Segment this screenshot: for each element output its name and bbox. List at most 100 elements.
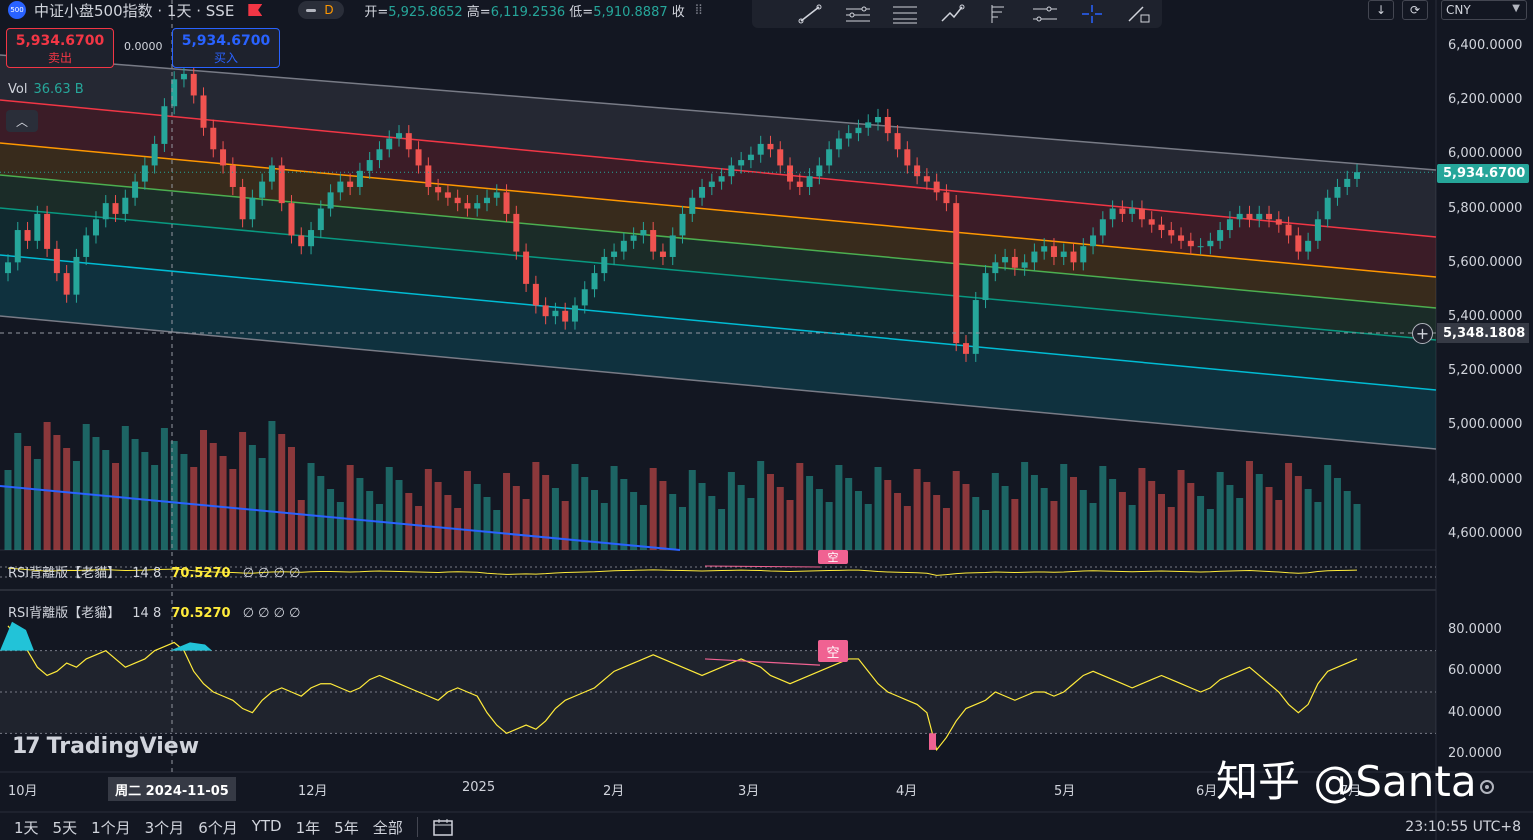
tradingview-logo[interactable]: 17 TradingView: [12, 734, 199, 759]
volume-bar: [297, 500, 305, 550]
candle-body: [454, 197, 461, 204]
volume-bar: [982, 510, 990, 550]
trendline-icon[interactable]: [788, 1, 835, 27]
currency-select[interactable]: CNY ▼: [1441, 0, 1527, 20]
range-button[interactable]: 5天: [53, 817, 78, 838]
rsi1-value: 70.5270: [171, 566, 231, 581]
more-dots-icon[interactable]: ⁞⁞: [695, 2, 703, 18]
volume-bar: [913, 469, 921, 550]
main-chart-canvas[interactable]: [0, 0, 1533, 840]
volume-bar: [1021, 462, 1029, 550]
candle-body: [464, 203, 471, 209]
candle-body: [982, 273, 989, 301]
candle-body: [239, 186, 246, 220]
candle-body: [933, 181, 940, 193]
fib-retracement-icon[interactable]: [882, 1, 929, 27]
candle-body: [1187, 240, 1194, 247]
time-tick-label: 5月: [1054, 784, 1076, 799]
candle-body: [767, 143, 774, 150]
range-button[interactable]: YTD: [252, 817, 282, 838]
candle-body: [1080, 246, 1087, 263]
price-tick-label: 4,800.0000: [1448, 471, 1523, 487]
symbol-title[interactable]: 中证小盘500指数 · 1天 · SSE: [34, 0, 234, 21]
clock[interactable]: 23:10:55 UTC+8: [1405, 819, 1521, 835]
refresh-icon[interactable]: ⟳: [1402, 0, 1428, 20]
candle-body: [972, 300, 979, 354]
download-arrow-icon[interactable]: ↓: [1368, 0, 1394, 20]
chevron-down-icon: ▼: [1512, 3, 1520, 14]
volume-bar: [336, 502, 344, 550]
range-button[interactable]: 1年: [296, 817, 321, 838]
price-tick-label: 6,000.0000: [1448, 146, 1523, 162]
candle-body: [112, 203, 119, 214]
candle-body: [483, 197, 490, 204]
candle-body: [1138, 208, 1145, 220]
range-button[interactable]: 3个月: [145, 817, 185, 838]
volume-bar: [229, 469, 237, 550]
regression-icon[interactable]: [1022, 1, 1069, 27]
volume-bar: [962, 484, 970, 550]
range-button[interactable]: 1个月: [91, 817, 131, 838]
parallel-channel-icon[interactable]: [835, 1, 882, 27]
volume-bar: [835, 465, 843, 550]
flag-icon[interactable]: [248, 4, 263, 16]
rsi2-legend[interactable]: RSI背離版【老貓】 14 8 70.5270 ∅ ∅ ∅ ∅: [8, 602, 300, 621]
candle-body: [513, 213, 520, 252]
pitchfork-icon[interactable]: [975, 1, 1022, 27]
volume-bar: [1314, 502, 1322, 550]
measure-icon[interactable]: [1115, 1, 1162, 27]
rsi1-legend[interactable]: RSI背離版【老貓】 14 8 70.5270 ∅ ∅ ∅ ∅: [8, 562, 300, 581]
short-signal-label[interactable]: 空: [818, 640, 848, 662]
volume-bar: [375, 504, 383, 550]
range-button[interactable]: 全部: [373, 817, 403, 838]
volume-bar: [1304, 489, 1312, 550]
symbol-logo-icon[interactable]: 500: [8, 1, 26, 19]
candle-body: [787, 165, 794, 182]
candle-body: [288, 203, 295, 236]
candle-body: [620, 240, 627, 252]
rsi1-extras: ∅ ∅ ∅ ∅: [242, 566, 301, 581]
candle-body: [180, 73, 187, 80]
volume-bar: [610, 466, 618, 550]
volume-bar: [317, 476, 325, 550]
volume-bar: [718, 509, 726, 550]
buy-button[interactable]: 5,934.6700 买入: [172, 28, 280, 68]
gear-icon[interactable]: [1476, 776, 1498, 798]
volume-bar: [737, 485, 745, 550]
sell-button[interactable]: 5,934.6700 卖出: [6, 28, 114, 68]
candle-body: [229, 165, 236, 187]
volume-legend[interactable]: Vol 36.63 B: [8, 82, 84, 97]
volume-bar: [1001, 486, 1009, 550]
volume-bar: [639, 505, 647, 550]
volume-bar: [307, 463, 315, 550]
volume-bar: [385, 467, 393, 550]
volume-bar: [444, 495, 452, 550]
collapse-chevron-icon[interactable]: ︿: [6, 110, 38, 132]
volume-bar: [679, 507, 686, 550]
crosshair-price-label: 5,348.1808: [1437, 323, 1529, 343]
candle-body: [1285, 224, 1292, 236]
range-button[interactable]: 5年: [334, 817, 359, 838]
volume-bar: [659, 481, 667, 550]
candle-body: [1197, 246, 1204, 248]
candle-body: [523, 251, 530, 284]
range-button[interactable]: 1天: [14, 817, 39, 838]
crosshair-icon[interactable]: [1069, 1, 1116, 27]
candle-body: [1295, 235, 1302, 252]
calendar-icon[interactable]: [432, 818, 454, 836]
volume-bar: [757, 461, 765, 550]
candle-body: [562, 310, 569, 322]
range-button[interactable]: 6个月: [198, 817, 238, 838]
rsi-tick-label: 40.0000: [1448, 704, 1502, 720]
volume-bar: [219, 456, 227, 550]
add-plus-icon[interactable]: +: [1412, 323, 1433, 344]
candle-body: [953, 203, 960, 344]
interval-pill[interactable]: D: [298, 1, 345, 19]
candle-body: [581, 289, 588, 306]
volume-bar: [92, 437, 100, 550]
candle-body: [415, 149, 422, 166]
path-icon[interactable]: [928, 1, 975, 27]
short-signal-label[interactable]: 空: [818, 550, 848, 564]
price-tick-label: 4,600.0000: [1448, 525, 1523, 541]
candle-body: [601, 256, 608, 274]
